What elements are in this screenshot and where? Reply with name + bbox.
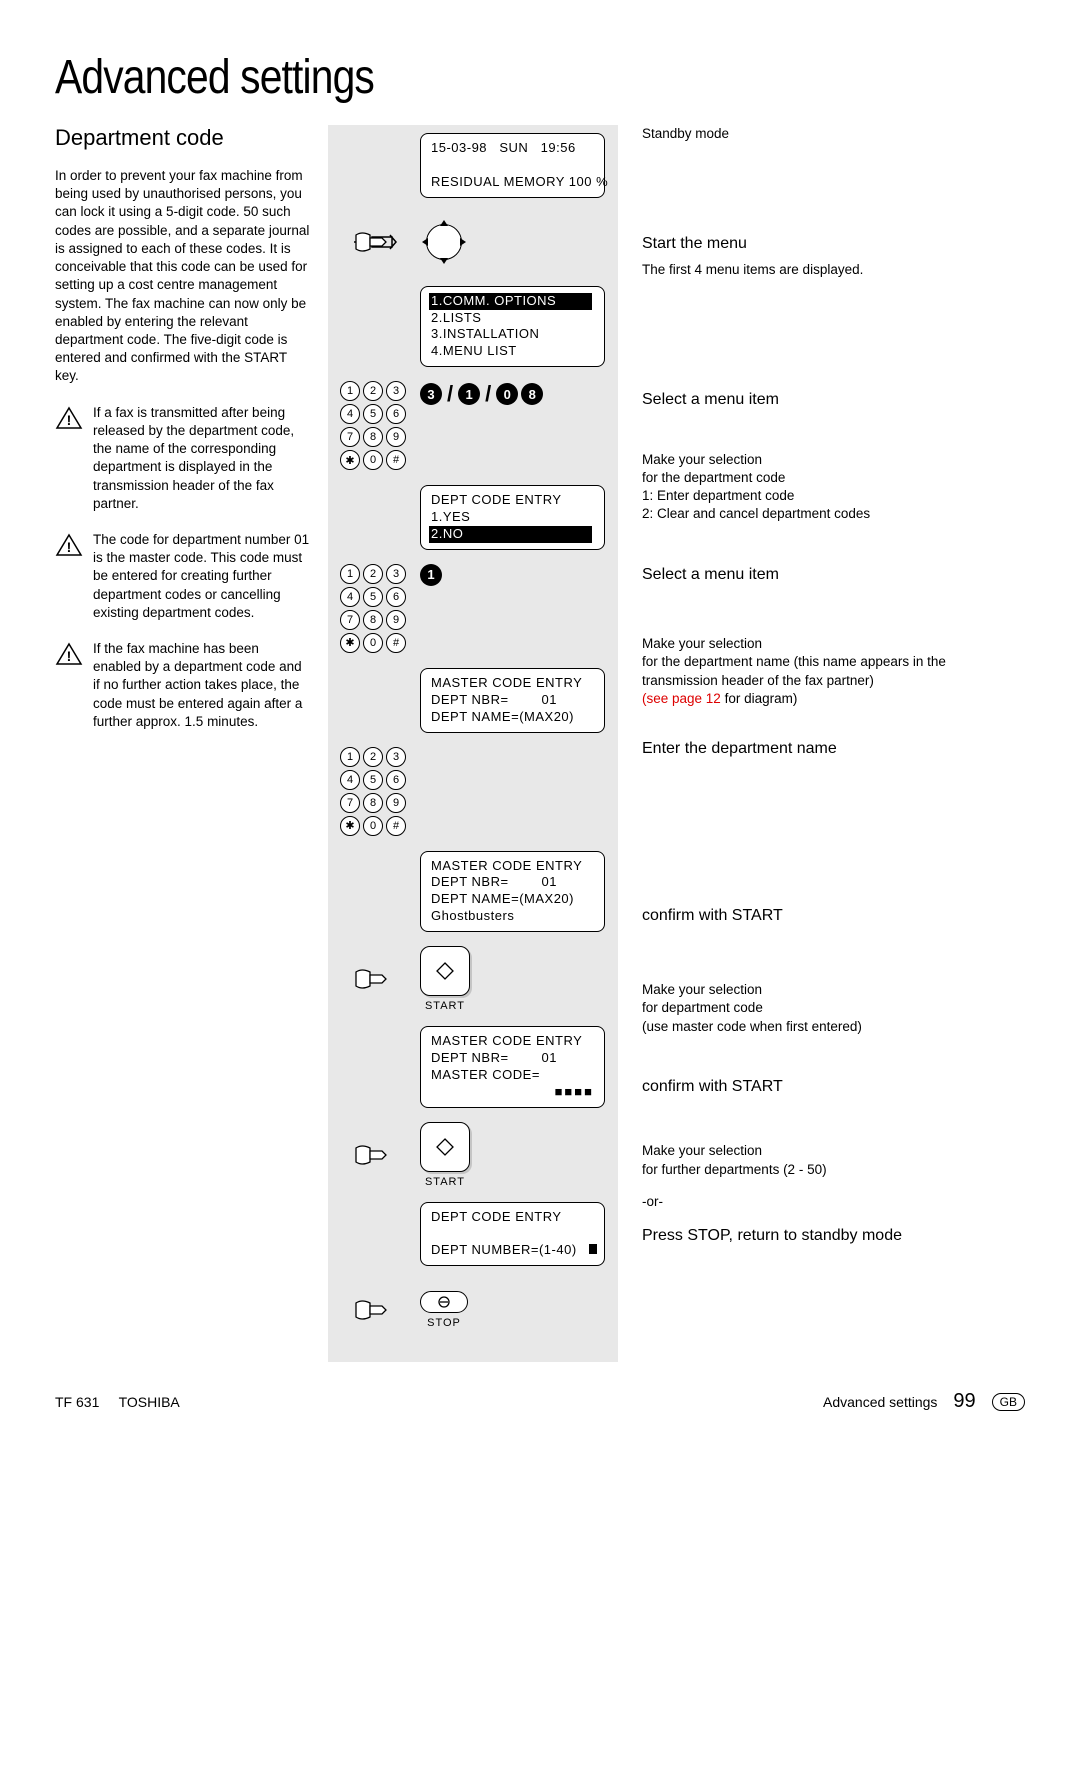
intro-paragraph: In order to prevent your fax machine fro… — [55, 167, 310, 386]
svg-text:!: ! — [67, 648, 72, 664]
right-column: Standby mode Start the menu The first 4 … — [636, 125, 1025, 1362]
language-badge: GB — [992, 1393, 1025, 1411]
confirm-start-heading: confirm with START — [642, 1076, 1025, 1098]
step-lcd-menu: 1.COMM. OPTIONS 2.LISTS 3.INSTALLATION 4… — [340, 286, 606, 368]
model-number: TF 631 — [55, 1394, 99, 1410]
step-lcd-deptcode: DEPT CODE ENTRY 1.YES 2.NO — [340, 485, 606, 550]
select-heading: Select a menu item — [642, 564, 1025, 586]
note-3: ! If the fax machine has been enabled by… — [55, 640, 310, 731]
three-column-layout: Department code In order to prevent your… — [55, 125, 1025, 1362]
confirm-start-heading: confirm with START — [642, 905, 1025, 927]
key-sequence: 3 / 1 / 0 8 — [420, 381, 543, 407]
page-title: Advanced settings — [55, 50, 880, 105]
stop-button-icon — [420, 1291, 468, 1313]
nav-pad-icon — [420, 218, 468, 266]
page-reference-link: (see page 12 — [642, 691, 721, 706]
start-label: START — [425, 1000, 465, 1012]
lcd-display: MASTER CODE ENTRY DEPT NBR= 01 MASTER CO… — [420, 1026, 605, 1108]
step-keypad-only: 123 456 789 ✱0# — [340, 747, 606, 837]
lcd-display: DEPT CODE ENTRY 1.YES 2.NO — [420, 485, 605, 550]
start-label: START — [425, 1176, 465, 1188]
pointing-hand-icon — [352, 1295, 398, 1325]
step-start-1: START — [340, 946, 606, 1012]
lcd-display: 15-03-98 SUN 19:56 RESIDUAL MEMORY 100 % — [420, 133, 605, 198]
section-heading: Department code — [55, 125, 310, 151]
step-stop: STOP — [340, 1280, 606, 1340]
step-start-2: START — [340, 1122, 606, 1188]
keypad-icon: 123 456 789 ✱0# — [340, 564, 410, 653]
stop-label: STOP — [427, 1317, 461, 1329]
select-heading: Select a menu item — [642, 389, 1025, 411]
step-lcd-mastercode: MASTER CODE ENTRY DEPT NBR= 01 MASTER CO… — [340, 1026, 606, 1108]
pointing-hand-icon — [352, 964, 398, 994]
svg-text:!: ! — [67, 539, 72, 555]
svg-text:!: ! — [67, 412, 72, 428]
step-lcd-standby: 15-03-98 SUN 19:56 RESIDUAL MEMORY 100 % — [340, 133, 606, 198]
start-menu-text: The first 4 menu items are displayed. — [642, 261, 1025, 279]
pointing-hand-icon — [352, 227, 398, 257]
step-lcd-master1: MASTER CODE ENTRY DEPT NBR= 01 DEPT NAME… — [340, 668, 606, 733]
step-press-menu — [340, 212, 606, 272]
step-keyseq-1: 123 456 789 ✱0# 3 / 1 / 0 8 — [340, 381, 606, 471]
key-sequence: 1 — [420, 564, 442, 586]
brand: TOSHIBA — [119, 1394, 180, 1410]
step-lcd-master2: MASTER CODE ENTRY DEPT NBR= 01 DEPT NAME… — [340, 851, 606, 933]
left-column: Department code In order to prevent your… — [55, 125, 310, 1362]
keypad-icon: 123 456 789 ✱0# — [340, 381, 410, 470]
page-number: 99 — [953, 1390, 975, 1413]
lcd-display: 1.COMM. OPTIONS 2.LISTS 3.INSTALLATION 4… — [420, 286, 605, 368]
note-text: If the fax machine has been enabled by a… — [93, 640, 310, 731]
warning-icon: ! — [55, 406, 83, 430]
step-keyseq-2: 123 456 789 ✱0# 1 — [340, 564, 606, 654]
start-button-icon — [420, 1122, 470, 1172]
lcd-display: MASTER CODE ENTRY DEPT NBR= 01 DEPT NAME… — [420, 851, 605, 933]
note-text: If a fax is transmitted after being rele… — [93, 404, 310, 513]
note-text: The code for department number 01 is the… — [93, 531, 310, 622]
middle-column: 15-03-98 SUN 19:56 RESIDUAL MEMORY 100 %… — [328, 125, 618, 1362]
enter-name-heading: Enter the department name — [642, 738, 1025, 760]
warning-icon: ! — [55, 642, 83, 666]
start-button-icon — [420, 946, 470, 996]
note-1: ! If a fax is transmitted after being re… — [55, 404, 310, 513]
step-lcd-deptnum: DEPT CODE ENTRY DEPT NUMBER=(1-40) — [340, 1202, 606, 1267]
stop-heading: Press STOP, return to standby mode — [642, 1225, 1025, 1247]
lcd-display: DEPT CODE ENTRY DEPT NUMBER=(1-40) — [420, 1202, 605, 1267]
footer-section: Advanced settings — [823, 1394, 937, 1410]
pointing-hand-icon — [352, 1140, 398, 1170]
note-2: ! The code for department number 01 is t… — [55, 531, 310, 622]
warning-icon: ! — [55, 533, 83, 557]
start-menu-heading: Start the menu — [642, 233, 1025, 255]
standby-text: Standby mode — [642, 125, 1025, 143]
keypad-icon: 123 456 789 ✱0# — [340, 747, 410, 836]
lcd-display: MASTER CODE ENTRY DEPT NBR= 01 DEPT NAME… — [420, 668, 605, 733]
page-footer: TF 631 TOSHIBA Advanced settings 99 GB — [55, 1390, 1025, 1413]
